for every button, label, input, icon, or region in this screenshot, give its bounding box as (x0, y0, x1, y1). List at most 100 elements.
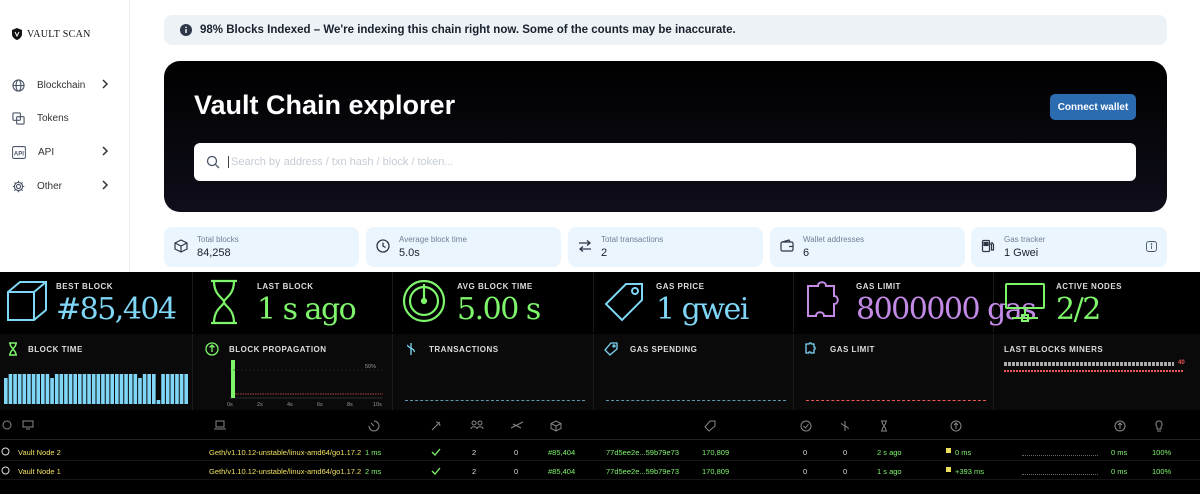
stat-label: Total blocks (197, 235, 239, 244)
block-time-bar (156, 400, 161, 404)
node-peers: 2 (472, 467, 477, 476)
search-icon (206, 155, 220, 169)
chart-label: LAST BLOCKS MINERS (1004, 345, 1104, 354)
node-client: Geth/v1.10.12-unstable/linux-amd64/go1.1… (209, 448, 362, 457)
block-time-bar (115, 374, 119, 404)
check-icon (800, 420, 812, 432)
chevron-right-icon (102, 180, 109, 190)
stat-label: Total transactions (601, 235, 664, 244)
block-time-bar (170, 374, 175, 404)
transactions-icon (407, 343, 415, 355)
block-time-bar (64, 374, 68, 404)
transactions-icon (841, 421, 849, 431)
sidebar-item-blockchain[interactable]: Blockchain (12, 75, 117, 95)
tag-icon (604, 342, 618, 356)
stat-average-block-time: Average block time 5.0s (366, 227, 561, 267)
block-time-bar (45, 374, 50, 404)
node-block: #85,404 (548, 467, 576, 476)
tag-icon (704, 420, 716, 432)
block-time-bar (13, 374, 17, 404)
mining-icon (431, 421, 441, 431)
sidebar: VAULT SCAN Blockchain Tokens API API Oth… (0, 0, 130, 272)
sidebar-item-api[interactable]: API API (12, 142, 117, 162)
tile-value: 5.00 s (457, 292, 541, 327)
node-pending: 0 (514, 448, 519, 457)
search-input[interactable] (228, 156, 1108, 168)
tile-label: LAST BLOCK (257, 282, 314, 291)
node-block: #85,404 (548, 448, 576, 457)
block-time-bar (179, 374, 184, 404)
sidebar-item-tokens[interactable]: Tokens (12, 108, 117, 128)
latency-icon (368, 420, 380, 432)
chart-label: TRANSACTIONS (429, 345, 499, 354)
node-peers: 2 (472, 448, 477, 457)
hourglass-icon (211, 279, 237, 325)
check-icon (431, 448, 441, 456)
block-time-bar (119, 374, 124, 404)
chart-last-blocks-miners: LAST BLOCKS MINERS 40 (994, 334, 1200, 410)
tile-active-nodes: ACTIVE NODES 2/2 (994, 272, 1200, 332)
chart-gas-limit: GAS LIMIT (794, 334, 994, 410)
nodes-table-header (0, 415, 1200, 440)
node-propagation: +393 ms (955, 467, 984, 476)
stat-value: 2 (601, 247, 608, 259)
gauge-icon (402, 279, 446, 323)
block-time-bar (161, 374, 165, 404)
propagation-tick: 2s (257, 402, 263, 408)
clock-icon (376, 239, 390, 253)
connect-wallet-button[interactable]: Connect wallet (1050, 94, 1136, 120)
api-icon: API (12, 145, 26, 159)
chart-label: BLOCK TIME (28, 345, 83, 354)
propagation-tick: 6s (317, 402, 323, 408)
cube-icon (550, 420, 562, 432)
node-avg-propagation: 0 ms (1111, 467, 1128, 476)
chart-label: GAS LIMIT (830, 345, 875, 354)
block-time-bar (82, 374, 87, 404)
node-uptime: 100% (1152, 448, 1172, 457)
monitor-icon (22, 420, 34, 430)
node-history-line (1022, 455, 1098, 456)
block-time-bar (87, 374, 91, 404)
node-c2: 0 (843, 448, 848, 457)
node-last-block: 1 s ago (877, 467, 902, 476)
info-icon[interactable] (1146, 241, 1157, 252)
block-time-bar (184, 374, 189, 404)
sidebar-item-label: Blockchain (37, 79, 86, 91)
sidebar-item-other[interactable]: Other (12, 176, 117, 196)
node-c1: 0 (803, 448, 808, 457)
stat-label: Average block time (399, 235, 467, 244)
logo[interactable]: VAULT SCAN (12, 28, 91, 40)
stat-value: 6 (803, 247, 810, 259)
node-uptime: 100% (1152, 467, 1172, 476)
block-time-bar-chart (4, 374, 189, 404)
gas-pump-icon (981, 239, 995, 253)
search-bar[interactable] (194, 143, 1136, 181)
block-time-bar (124, 374, 128, 404)
block-time-bar (54, 374, 59, 404)
stat-wallet-addresses: Wallet addresses 6 (770, 227, 965, 267)
block-propagation-chart: 50% 0s 2s 4s 6s 8s 10s (227, 360, 383, 408)
propagation-icon (950, 420, 962, 432)
globe-icon (12, 78, 25, 92)
propagation-tick: 0s (227, 402, 233, 408)
propagation-tick: 8s (347, 402, 353, 408)
node-client: Geth/v1.10.12-unstable/linux-amd64/go1.1… (209, 467, 362, 476)
block-time-bar (128, 374, 133, 404)
propagation-tick: 10s (373, 402, 382, 408)
node-difficulty: 170,809 (702, 448, 730, 457)
chart-label: BLOCK PROPAGATION (229, 345, 327, 354)
miner-count: 40 (1178, 360, 1185, 366)
node-propagation-marker (946, 467, 951, 472)
tile-avg-block-time: AVG BLOCK TIME 5.00 s (393, 272, 594, 332)
tile-value: 2/2 (1056, 292, 1101, 327)
node-c2: 0 (843, 467, 848, 476)
netstats-dashboard: BEST BLOCK #85,404 LAST BLOCK 1 s ago AV… (0, 272, 1200, 494)
tile-last-block: LAST BLOCK 1 s ago (193, 272, 393, 332)
table-row[interactable]: Vault Node 1 Geth/v1.10.12-unstable/linu… (0, 462, 1200, 480)
tile-label: ACTIVE NODES (1056, 282, 1123, 291)
block-time-bar (78, 374, 82, 404)
stat-label: Wallet addresses (803, 235, 865, 244)
check-icon (431, 467, 441, 475)
table-row[interactable]: Vault Node 2 Geth/v1.10.12-unstable/linu… (0, 443, 1200, 461)
block-time-bar (142, 374, 147, 404)
